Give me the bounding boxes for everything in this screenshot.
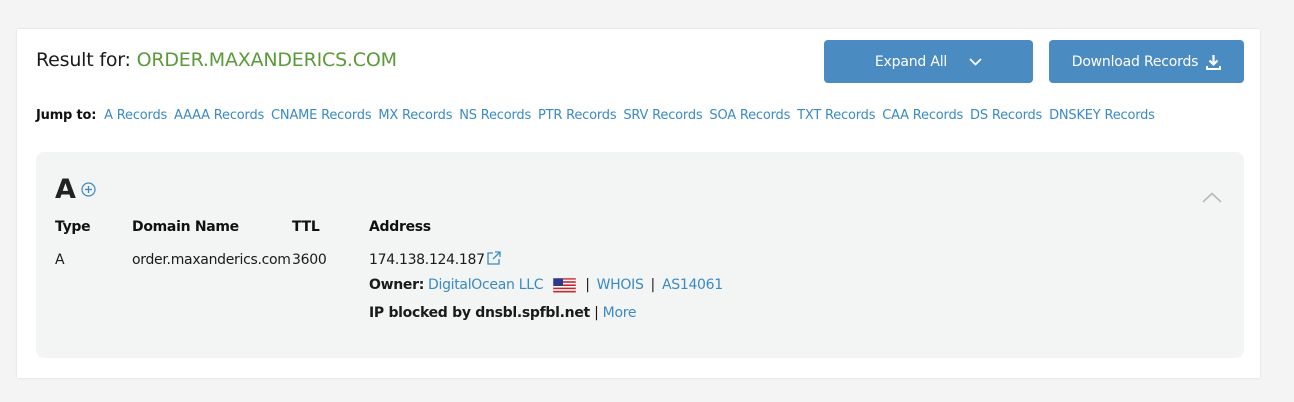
download-records-label: Download Records (1071, 53, 1199, 70)
jump-link-aaaa-records[interactable]: AAAA Records (174, 108, 264, 123)
owner-label: Owner: (369, 277, 424, 293)
whois-link[interactable]: WHOIS (597, 277, 644, 293)
blocklist-text: IP blocked by dnsbl.spfbl.net (369, 305, 590, 321)
expand-all-button[interactable]: Expand All (824, 40, 1033, 83)
blocklist-separator: | (594, 305, 599, 321)
column-header-ttl: TTL (292, 219, 320, 235)
blocklist-row: IP blocked by dnsbl.spfbl.net | More (369, 305, 636, 321)
jump-link-ds-records[interactable]: DS Records (970, 108, 1042, 123)
jump-link-caa-records[interactable]: CAA Records (882, 108, 963, 123)
result-prefix: Result for: (36, 49, 131, 71)
jump-link-ns-records[interactable]: NS Records (459, 108, 531, 123)
more-link[interactable]: More (603, 305, 637, 321)
result-title: Result for: ORDER.MAXANDERICS.COM (36, 49, 397, 71)
column-header-domain: Domain Name (132, 219, 239, 235)
chevron-up-icon[interactable] (1202, 188, 1222, 207)
record-address: 174.138.124.187 (369, 252, 485, 268)
column-header-address: Address (369, 219, 431, 235)
jump-link-txt-records[interactable]: TXT Records (797, 108, 875, 123)
chevron-down-icon (969, 57, 982, 66)
plus-circle-icon[interactable] (81, 182, 96, 201)
jump-to-label: Jump to: (36, 108, 97, 123)
section-title: A (55, 174, 76, 205)
external-link-icon[interactable] (486, 250, 502, 270)
record-domain: order.maxanderics.com (132, 252, 291, 268)
dns-results-card: Result for: ORDER.MAXANDERICS.COM Expand… (17, 29, 1260, 378)
jump-link-dnskey-records[interactable]: DNSKEY Records (1049, 108, 1155, 123)
asn-link[interactable]: AS14061 (662, 277, 723, 293)
owner-link[interactable]: DigitalOcean LLC (428, 277, 544, 293)
jump-link-ptr-records[interactable]: PTR Records (538, 108, 617, 123)
jump-link-cname-records[interactable]: CNAME Records (271, 108, 372, 123)
jump-link-srv-records[interactable]: SRV Records (623, 108, 702, 123)
result-domain: ORDER.MAXANDERICS.COM (136, 49, 397, 71)
owner-separator-2: | (650, 277, 656, 293)
jump-to-nav: Jump to: A Records AAAA Records CNAME Re… (36, 108, 1158, 123)
expand-all-label: Expand All (874, 53, 948, 70)
column-header-type: Type (55, 219, 91, 235)
owner-separator-1: | (585, 277, 590, 293)
record-ttl: 3600 (292, 252, 327, 268)
a-records-panel: A Type Domain Name TTL Address A order.m… (36, 152, 1244, 358)
download-icon (1206, 54, 1222, 70)
us-flag-icon (552, 277, 577, 293)
jump-link-a-records[interactable]: A Records (104, 108, 167, 123)
owner-row: Owner: DigitalOcean LLC | WHOIS | AS1406… (369, 277, 723, 293)
record-type: A (55, 252, 65, 268)
download-records-button[interactable]: Download Records (1049, 40, 1244, 83)
jump-link-soa-records[interactable]: SOA Records (709, 108, 790, 123)
jump-link-mx-records[interactable]: MX Records (378, 108, 452, 123)
